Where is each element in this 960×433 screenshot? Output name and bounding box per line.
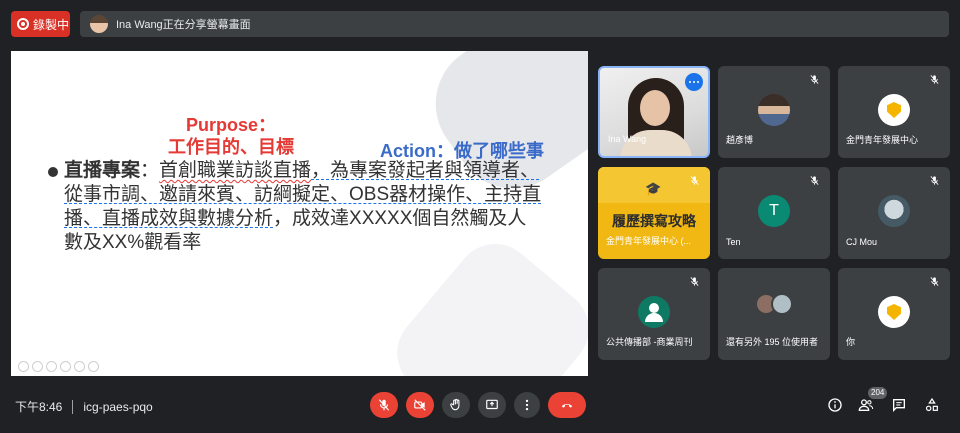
mic-off-icon xyxy=(690,176,699,185)
participant-tile[interactable]: 公共傳播部 -商業周刊 xyxy=(598,268,710,360)
slide-next-icon[interactable] xyxy=(32,361,43,372)
participant-name: CJ Mou xyxy=(846,237,878,247)
present-now-button[interactable] xyxy=(478,392,506,418)
mic-off-icon xyxy=(930,75,939,84)
participant-tile[interactable]: 金門青年發展中心 xyxy=(838,66,950,158)
slide-zoom-icon[interactable] xyxy=(74,361,85,372)
recording-label: 錄製中 xyxy=(33,17,70,32)
participant-tile-video[interactable]: 🎓 履歷撰寫攻略 金門青年發展中心 (... xyxy=(598,167,710,259)
slide-bullet-text: 直播專案：首創職業訪談直播，為專案發起者與領導者、從事市調、邀請來賓、訪綱擬定、… xyxy=(64,160,542,253)
chat-button[interactable] xyxy=(890,396,908,414)
slide-prev-icon[interactable] xyxy=(18,361,29,372)
avatar xyxy=(758,94,790,126)
mic-off-icon xyxy=(930,176,939,185)
shared-screen: Purpose： 工作目的、目標 Action：做了哪些事 直播專案：首創職業訪… xyxy=(11,51,588,376)
default-avatar-icon xyxy=(638,296,670,328)
organization-logo xyxy=(878,94,910,126)
divider xyxy=(72,399,74,414)
recording-badge[interactable]: 錄製中 xyxy=(11,11,70,37)
presenter-avatar xyxy=(90,15,108,33)
avatar: T xyxy=(758,195,790,227)
slide-controls[interactable] xyxy=(18,361,99,372)
stacked-avatars xyxy=(755,293,793,315)
meeting-details-button[interactable] xyxy=(826,396,844,414)
mic-off-icon xyxy=(810,176,819,185)
camera-toggle-button[interactable] xyxy=(406,392,434,418)
leave-call-button[interactable] xyxy=(548,392,586,418)
participant-name: 趙彥博 xyxy=(726,135,754,145)
participant-name: Ina Wang xyxy=(608,134,647,144)
more-options-icon xyxy=(525,399,529,411)
more-options-button[interactable] xyxy=(514,392,540,418)
mic-off-icon xyxy=(930,277,939,286)
people-icon xyxy=(858,399,874,411)
activities-button[interactable] xyxy=(923,396,941,414)
participant-name: 金門青年發展中心 (... xyxy=(606,236,691,246)
raise-hand-button[interactable] xyxy=(442,392,470,418)
activities-icon xyxy=(925,397,938,412)
slide-grid-icon[interactable] xyxy=(60,361,71,372)
present-icon xyxy=(486,399,498,410)
participant-tile[interactable]: 趙彥博 xyxy=(718,66,830,158)
participant-name: 公共傳播部 -商業周刊 xyxy=(606,337,693,347)
participant-tile[interactable]: T Ten xyxy=(718,167,830,259)
mic-off-icon xyxy=(378,399,390,411)
record-icon xyxy=(17,18,29,30)
graduation-cap-icon: 🎓 xyxy=(645,181,662,196)
clock-time: 下午8:46 xyxy=(15,400,63,414)
end-call-icon xyxy=(561,403,573,408)
more-participants-label: 還有另外 195 位使用者 xyxy=(726,337,819,347)
bullet-icon xyxy=(48,167,58,177)
video-off-icon xyxy=(414,399,426,411)
microphone-toggle-button[interactable] xyxy=(370,392,398,418)
participant-count-badge: 204 xyxy=(868,387,888,399)
organization-logo xyxy=(878,296,910,328)
raise-hand-icon xyxy=(450,398,460,411)
participant-name: 你 xyxy=(846,337,856,347)
mic-off-icon xyxy=(810,75,819,84)
more-participants-tile[interactable]: 還有另外 195 位使用者 xyxy=(718,268,830,360)
mic-off-icon xyxy=(690,277,699,286)
participant-tile-self-video[interactable]: Ina Wang xyxy=(598,66,710,158)
avatar xyxy=(771,293,793,315)
slide-pen-icon[interactable] xyxy=(46,361,57,372)
presentation-notice-bar: Ina Wang正在分享螢幕畫面 xyxy=(80,11,949,37)
avatar xyxy=(878,195,910,227)
slide-more-icon[interactable] xyxy=(88,361,99,372)
participant-tile[interactable]: CJ Mou xyxy=(838,167,950,259)
share-notice-text: Ina Wang正在分享螢幕畫面 xyxy=(116,19,251,31)
participant-tile-self[interactable]: 你 xyxy=(838,268,950,360)
chat-icon xyxy=(893,399,905,412)
participant-name: 金門青年發展中心 xyxy=(846,135,919,145)
more-options-icon[interactable] xyxy=(685,73,703,91)
meeting-code: icg-paes-pqo xyxy=(83,399,153,414)
info-icon xyxy=(828,398,842,412)
meeting-info: 下午8:46 icg-paes-pqo xyxy=(15,398,153,415)
participant-name: Ten xyxy=(726,237,741,247)
video-banner-text: 履歷撰寫攻略 xyxy=(612,214,696,230)
